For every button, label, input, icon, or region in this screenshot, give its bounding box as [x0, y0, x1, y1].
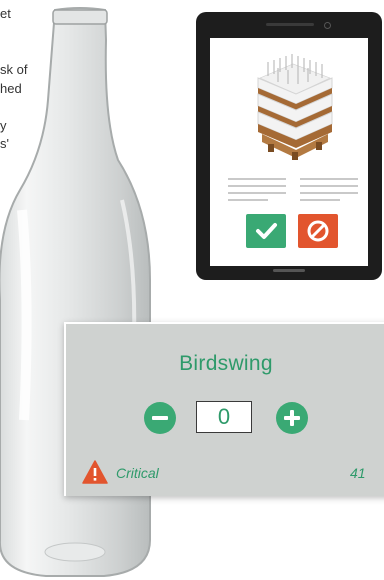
tablet-device	[196, 12, 382, 280]
stock-count: 41	[350, 465, 366, 481]
warning-triangle-icon	[82, 460, 108, 484]
check-icon	[256, 223, 277, 239]
tablet-home-bar	[273, 269, 305, 272]
tablet-screen	[210, 38, 368, 266]
reject-button[interactable]	[298, 214, 338, 248]
decrease-quantity-button[interactable]	[144, 402, 176, 434]
tablet-camera	[324, 22, 331, 29]
inventory-card: Birdswing 0 Critical 41	[64, 322, 384, 496]
quantity-input[interactable]: 0	[196, 401, 252, 433]
bottle-pallet-image	[257, 54, 333, 160]
status-label: Critical	[116, 465, 159, 481]
approve-button[interactable]	[246, 214, 286, 248]
placeholder-text-lines	[228, 178, 286, 206]
product-name: Birdswing	[179, 352, 273, 375]
placeholder-text-lines	[300, 178, 358, 206]
tablet-speaker	[266, 23, 314, 26]
increase-quantity-button[interactable]	[276, 402, 308, 434]
prohibited-icon	[307, 220, 329, 242]
